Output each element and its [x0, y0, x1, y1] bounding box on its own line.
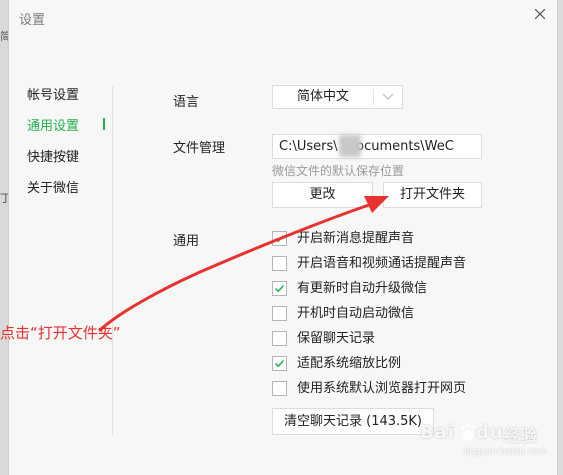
general-label: 通用: [173, 234, 200, 249]
checkbox[interactable]: [272, 281, 287, 296]
file-path-hint: 微信文件的默认保存位置: [272, 164, 405, 178]
sidebar-item-general[interactable]: 通用设置: [27, 115, 79, 134]
window-title: 设置: [19, 13, 46, 28]
annotation-text: 点击“打开文件夹”: [0, 324, 121, 342]
checkbox-label: 保留聊天记录: [297, 331, 376, 346]
checkbox[interactable]: [272, 356, 287, 371]
active-indicator: [103, 118, 105, 130]
checkbox[interactable]: [272, 381, 287, 396]
checkbox-label: 有更新时自动升级微信: [297, 281, 428, 296]
checkbox-label: 开启新消息提醒声音: [297, 231, 415, 246]
open-folder-button[interactable]: 打开文件夹: [383, 182, 482, 208]
check-icon: [274, 284, 285, 293]
language-label: 语言: [173, 95, 200, 110]
checkbox[interactable]: [272, 256, 287, 271]
watermark-brand: Bai: [420, 422, 456, 443]
checkbox-label: 开启语音和视频通话提醒声音: [297, 256, 467, 271]
language-select[interactable]: 简体中文: [272, 85, 403, 109]
change-path-button[interactable]: 更改: [272, 182, 373, 208]
check-icon: [274, 359, 285, 368]
sidebar-divider: [112, 86, 113, 436]
language-value: 简体中文: [296, 89, 349, 104]
close-button[interactable]: [529, 3, 551, 25]
baidu-watermark: Bai du 经验 jingyan.baidu.com: [420, 420, 560, 460]
checkbox[interactable]: [272, 331, 287, 346]
watermark-jingyan: 经验: [504, 426, 539, 445]
watermark-du: du: [476, 422, 504, 443]
close-icon: [534, 8, 546, 20]
file-path-field[interactable]: C:\Users\ \Documents\WeC: [272, 134, 482, 159]
paw-icon: [460, 422, 476, 440]
clear-history-button[interactable]: 清空聊天记录 (143.5K): [272, 408, 434, 435]
checkbox[interactable]: [272, 231, 287, 246]
watermark-url: jingyan.baidu.com: [464, 447, 548, 457]
settings-window: 设置 帐号设置 通用设置 快捷按键 关于微信 语言 简体中文 文件管理 C:\U…: [8, 0, 558, 475]
check-icon: [274, 234, 285, 243]
redacted-username: [339, 135, 361, 157]
select-divider: [373, 89, 374, 105]
file-management-label: 文件管理: [173, 141, 226, 156]
sidebar-item-about[interactable]: 关于微信: [27, 177, 79, 196]
checkbox-label: 适配系统缩放比例: [297, 356, 402, 371]
checkbox[interactable]: [272, 306, 287, 321]
checkbox-label: 使用系统默认浏览器打开网页: [297, 381, 467, 396]
background-window-edge: [0, 0, 8, 475]
sidebar-item-shortcuts[interactable]: 快捷按键: [27, 146, 79, 165]
chevron-down-icon: [382, 93, 394, 100]
sidebar-item-account[interactable]: 帐号设置: [27, 84, 79, 103]
checkbox-label: 开机时自动启动微信: [297, 306, 415, 321]
